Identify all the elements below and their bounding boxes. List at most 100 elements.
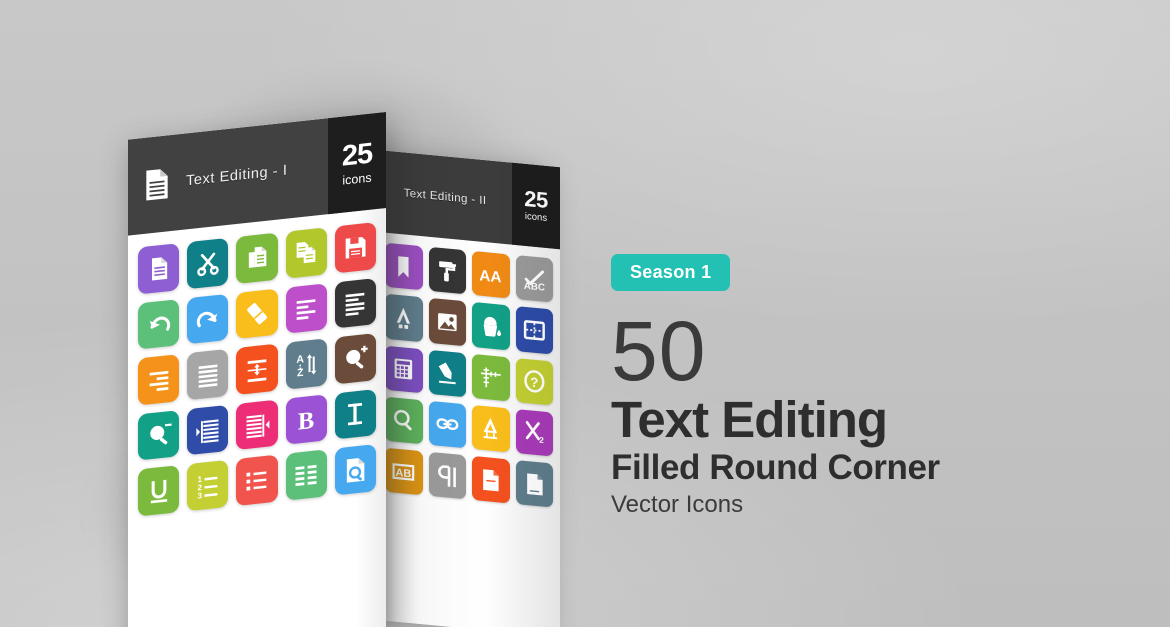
back-box-header: Text Editing - II 25 icons	[378, 150, 560, 250]
document-text-icon[interactable]	[138, 243, 180, 295]
text-anchor-icon-glyph	[483, 418, 498, 440]
back-box-count-label: icons	[524, 211, 548, 225]
align-center-icon[interactable]	[187, 348, 229, 400]
numbered-list-icon[interactable]: 123	[187, 460, 229, 511]
paint-roller-icon-glyph	[439, 260, 456, 282]
line-spacing-icon[interactable]	[236, 343, 278, 395]
indent-decrease-icon[interactable]	[236, 399, 278, 451]
bullet-list-icon-glyph	[246, 471, 267, 491]
font-size-icon-glyph: AA	[480, 267, 502, 286]
font-select-icon-glyph	[397, 307, 411, 329]
indent-increase-icon-glyph	[196, 419, 219, 444]
front-box-count-panel: 25 icons	[328, 112, 386, 215]
crop-guides-icon[interactable]	[515, 306, 553, 355]
align-left-icon-glyph	[296, 299, 316, 320]
calculator-icon[interactable]	[385, 345, 423, 393]
link-chain-icon-glyph	[436, 418, 459, 431]
floppy-save-icon-glyph	[346, 237, 366, 260]
insert-image-icon[interactable]	[428, 298, 466, 346]
duplicate-documents-icon[interactable]	[285, 227, 327, 279]
eraser-icon[interactable]	[236, 288, 278, 340]
copy-document-icon[interactable]	[236, 232, 278, 284]
promo-tagline: Vector Icons	[611, 491, 744, 519]
scissors-cut-icon-glyph	[196, 253, 219, 277]
blank-page-icon-glyph	[527, 472, 543, 495]
indent-increase-icon[interactable]	[187, 404, 229, 456]
line-spacing-icon-glyph	[247, 358, 267, 382]
document-search-icon[interactable]	[334, 444, 376, 496]
icon-box-two[interactable]: Text Editing - II 25 icons AA ABC? 2 AB	[378, 150, 560, 627]
icon-box-one[interactable]: Text Editing - I 25 icons AZ B 123	[128, 112, 386, 627]
align-justify-icon[interactable]	[334, 277, 376, 329]
paint-bucket-icon-glyph	[483, 316, 502, 337]
underline-icon-glyph	[150, 479, 167, 504]
font-select-icon[interactable]	[385, 293, 423, 342]
spell-check-icon[interactable]: ABC	[515, 254, 553, 303]
table-grid-icon[interactable]	[285, 449, 327, 501]
text-anchor-icon[interactable]	[472, 404, 510, 453]
scissors-cut-icon[interactable]	[187, 237, 229, 289]
sort-az-icon[interactable]: AZ	[285, 338, 327, 390]
ruler-icon[interactable]	[472, 353, 510, 402]
text-cursor-icon[interactable]	[334, 388, 376, 440]
subscript-icon-glyph: 2	[525, 421, 544, 445]
align-right-icon[interactable]	[138, 354, 180, 406]
svg-text:?: ?	[530, 375, 538, 391]
document-search-icon-glyph	[347, 457, 365, 483]
front-box-count-number: 25	[341, 137, 373, 173]
back-box-body: AA ABC? 2 AB	[378, 232, 560, 627]
back-box-icon-grid: AA ABC? 2 AB	[385, 242, 553, 508]
back-box-count-number: 25	[524, 186, 548, 214]
bullet-list-icon[interactable]	[236, 454, 278, 506]
underline-icon[interactable]	[138, 465, 180, 517]
highlighter-icon[interactable]	[428, 349, 466, 398]
align-left-icon[interactable]	[285, 282, 327, 334]
icon-count-number: 50	[611, 304, 707, 398]
table-grid-icon-glyph	[295, 464, 317, 486]
help-question-icon-glyph: ?	[524, 370, 545, 393]
floppy-save-icon[interactable]	[334, 222, 376, 274]
sort-az-icon-glyph: AZ	[297, 353, 317, 379]
promo-copy: Season 1 50 Text Editing Filled Round Co…	[611, 254, 1131, 517]
zoom-in-icon[interactable]	[334, 333, 376, 385]
bookmark-icon[interactable]	[385, 242, 423, 291]
front-box-icon-grid: AZ B 123	[138, 222, 376, 517]
text-cursor-icon-glyph	[348, 402, 363, 426]
paint-roller-icon[interactable]	[428, 246, 466, 295]
zoom-out-icon-glyph	[149, 423, 172, 445]
ab-replace-icon[interactable]: AB	[385, 447, 423, 496]
promo-title: Text Editing	[611, 390, 888, 448]
link-chain-icon[interactable]	[428, 400, 466, 449]
highlighter-icon-glyph	[438, 362, 456, 385]
front-box-count-label: icons	[342, 170, 372, 188]
zoom-out-icon[interactable]	[138, 409, 180, 461]
new-page-icon-glyph	[483, 468, 499, 491]
paragraph-mark-icon[interactable]	[428, 451, 466, 500]
svg-text:2: 2	[539, 436, 544, 445]
poster-canvas: Text Editing - II 25 icons AA ABC? 2 AB	[0, 0, 1170, 627]
subscript-icon[interactable]: 2	[515, 408, 553, 457]
search-icon-glyph	[394, 410, 413, 431]
zoom-in-icon-glyph	[346, 345, 369, 368]
font-size-icon[interactable]: AA	[472, 250, 510, 299]
back-box-count-panel: 25 icons	[512, 162, 560, 250]
season-badge[interactable]: Season 1	[611, 254, 731, 291]
ab-replace-icon-glyph: AB	[392, 462, 415, 481]
front-box-title: Text Editing - I	[186, 162, 288, 190]
document-icon	[128, 133, 186, 235]
search-icon[interactable]	[385, 396, 423, 445]
help-question-icon[interactable]: ?	[515, 357, 553, 406]
svg-text:AA: AA	[480, 267, 502, 286]
new-page-icon[interactable]	[472, 455, 510, 504]
redo-arrow-icon-glyph	[196, 311, 218, 328]
svg-text:AB: AB	[396, 466, 412, 479]
bold-icon[interactable]: B	[285, 393, 327, 445]
redo-arrow-icon[interactable]	[187, 293, 229, 345]
paint-bucket-icon[interactable]	[472, 302, 510, 350]
align-right-icon-glyph	[149, 370, 168, 391]
eraser-icon-glyph	[247, 303, 268, 325]
blank-page-icon[interactable]	[515, 459, 553, 508]
undo-arrow-icon[interactable]	[138, 298, 180, 350]
svg-text:3: 3	[197, 491, 202, 501]
back-box-title: Text Editing - II	[403, 187, 487, 208]
